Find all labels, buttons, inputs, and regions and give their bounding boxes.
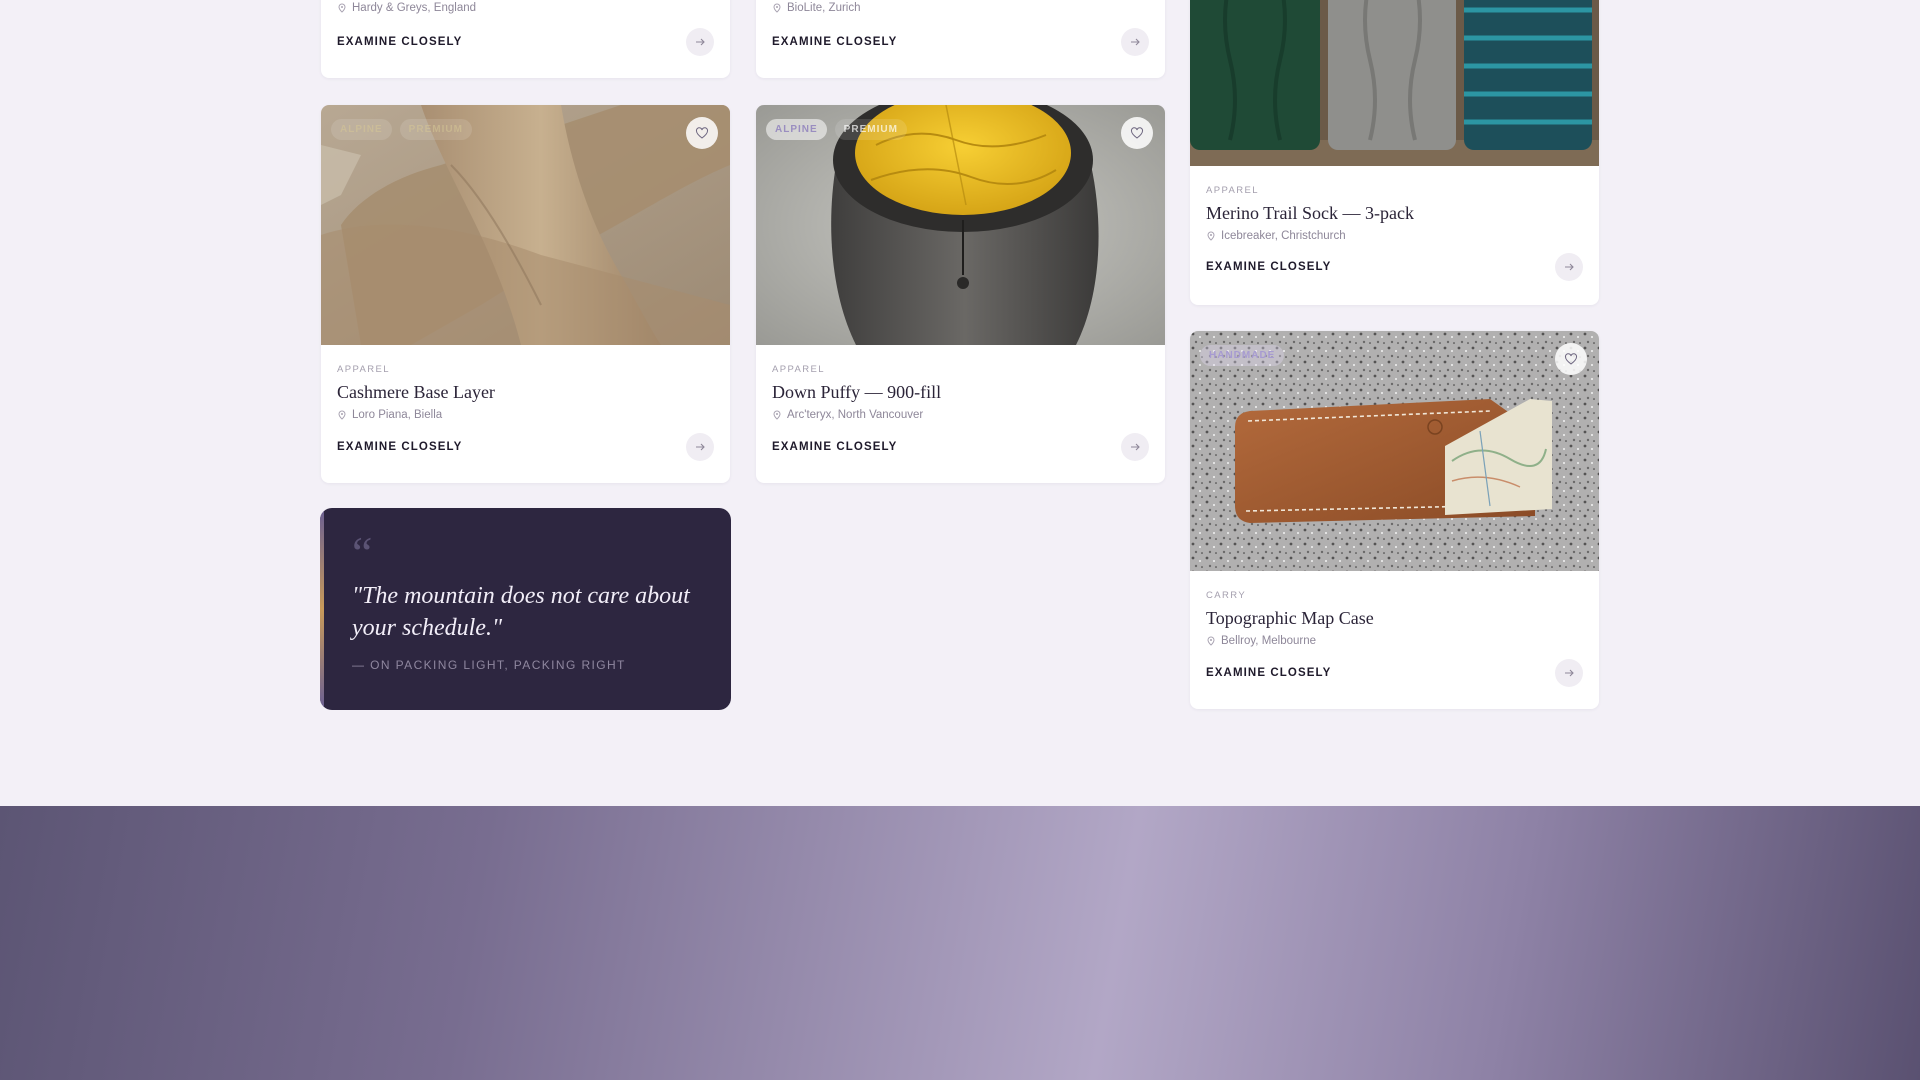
location: Arc'teryx, North Vancouver <box>772 409 1149 421</box>
map-pin-icon <box>338 3 346 13</box>
location: Loro Piana, Biella <box>337 409 714 421</box>
map-pin-icon <box>338 410 346 420</box>
arrow-right-icon <box>1131 38 1140 46</box>
arrow-right-icon <box>1565 263 1574 271</box>
favorite-button[interactable] <box>686 117 718 149</box>
cashmere-photo <box>321 105 730 345</box>
product-card-down-puffy[interactable]: ALPINE PREMIUM APPAREL Down Puffy — 900-… <box>756 105 1165 483</box>
arrow-button[interactable] <box>1121 433 1149 461</box>
examine-closely-link[interactable]: EXAMINE CLOSELY <box>337 441 462 453</box>
product-category: CARRY <box>1206 590 1247 601</box>
product-category: APPAREL <box>337 364 390 375</box>
map-pin-icon <box>773 410 781 420</box>
tag: PREMIUM <box>399 119 472 140</box>
arrow-right-icon <box>696 443 705 451</box>
tag-list: HANDMADE <box>1200 345 1285 366</box>
product-card-map-case[interactable]: HANDMADE CARRY Topographic Map Case Bell… <box>1190 331 1599 709</box>
product-card[interactable]: BioLite, Zurich EXAMINE CLOSELY <box>756 0 1165 78</box>
product-title[interactable]: Merino Trail Sock — 3-pack <box>1206 203 1583 224</box>
tag-list: ALPINE PREMIUM <box>331 119 472 140</box>
quote-mark-icon: “ <box>352 527 373 578</box>
location: Hardy & Greys, England <box>337 2 714 14</box>
product-image[interactable]: HANDMADE <box>1190 331 1599 571</box>
examine-closely-link[interactable]: EXAMINE CLOSELY <box>1206 261 1331 273</box>
examine-closely-link[interactable]: EXAMINE CLOSELY <box>337 36 462 48</box>
arrow-right-icon <box>1565 669 1574 677</box>
arrow-button[interactable] <box>1555 253 1583 281</box>
location: Bellroy, Melbourne <box>1206 635 1583 647</box>
arrow-right-icon <box>1131 443 1140 451</box>
map-pin-icon <box>1207 636 1215 646</box>
heart-icon <box>695 127 709 139</box>
down-puffy-photo <box>756 105 1165 345</box>
tag: ALPINE <box>766 119 827 140</box>
arrow-button[interactable] <box>1121 28 1149 56</box>
product-card[interactable]: Hardy & Greys, England EXAMINE CLOSELY <box>321 0 730 78</box>
location: Icebreaker, Christchurch <box>1206 230 1583 242</box>
product-card-cashmere[interactable]: ALPINE PREMIUM APPAREL Cashmere Base Lay… <box>321 105 730 483</box>
heart-icon <box>1130 127 1144 139</box>
map-pin-icon <box>1207 231 1215 241</box>
arrow-button[interactable] <box>1555 659 1583 687</box>
product-category: APPAREL <box>772 364 825 375</box>
quote-accent-bar <box>320 508 324 710</box>
product-image[interactable]: ALPINE PREMIUM <box>756 105 1165 345</box>
merino-photo <box>1190 0 1599 166</box>
product-image[interactable] <box>1190 0 1599 166</box>
heart-icon <box>1564 353 1578 365</box>
quote-text: "The mountain does not care about your s… <box>352 583 690 641</box>
product-title[interactable]: Topographic Map Case <box>1206 608 1583 629</box>
examine-closely-link[interactable]: EXAMINE CLOSELY <box>772 441 897 453</box>
arrow-button[interactable] <box>686 28 714 56</box>
quote-card: “ "The mountain does not care about your… <box>320 508 731 710</box>
tag: PREMIUM <box>834 119 907 140</box>
examine-closely-link[interactable]: EXAMINE CLOSELY <box>772 36 897 48</box>
map-case-photo <box>1190 331 1599 571</box>
arrow-button[interactable] <box>686 433 714 461</box>
examine-closely-link[interactable]: EXAMINE CLOSELY <box>1206 667 1331 679</box>
quote-attribution: — ON PACKING LIGHT, PACKING RIGHT <box>352 658 626 672</box>
location: BioLite, Zurich <box>772 2 1149 14</box>
map-pin-icon <box>773 3 781 13</box>
favorite-button[interactable] <box>1555 343 1587 375</box>
product-title[interactable]: Cashmere Base Layer <box>337 382 714 403</box>
product-image[interactable]: ALPINE PREMIUM <box>321 105 730 345</box>
product-card-merino[interactable]: APPAREL Merino Trail Sock — 3-pack Icebr… <box>1190 0 1599 305</box>
product-title[interactable]: Down Puffy — 900-fill <box>772 382 1149 403</box>
tag: ALPINE <box>331 119 392 140</box>
product-category: APPAREL <box>1206 185 1259 196</box>
footer-hero-band <box>0 806 1920 1080</box>
arrow-right-icon <box>696 38 705 46</box>
favorite-button[interactable] <box>1121 117 1153 149</box>
tag: HANDMADE <box>1200 345 1285 366</box>
tag-list: ALPINE PREMIUM <box>766 119 907 140</box>
